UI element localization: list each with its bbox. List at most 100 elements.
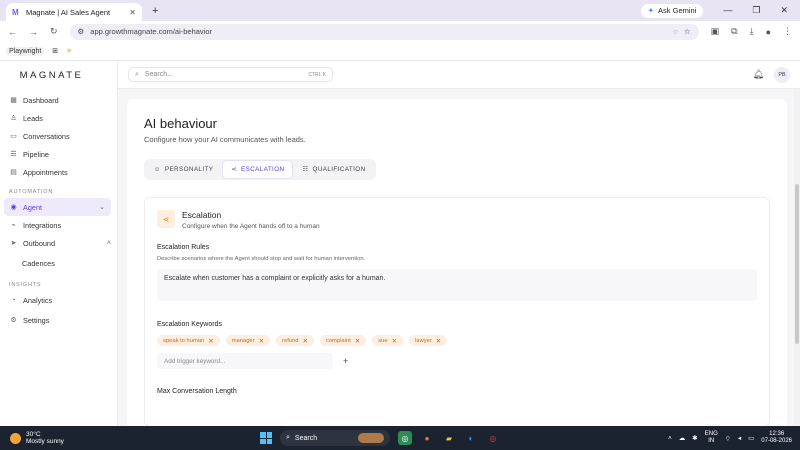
escalation-keywords-label: Escalation Keywords	[157, 321, 222, 328]
search-input[interactable]: ⌕ Search... CTRL K	[128, 67, 333, 82]
bookmark-app-icon[interactable]: ✳	[66, 47, 72, 55]
section-automation: AUTOMATION	[9, 189, 54, 195]
reload-icon[interactable]: ↻	[50, 26, 58, 37]
sidebar-item-settings[interactable]: ⚙ Settings	[0, 311, 117, 329]
tab-label: ESCALATION	[241, 166, 285, 173]
extensions-puzzle-icon[interactable]: ⧉	[731, 26, 737, 37]
sidebar-item-appointments[interactable]: ▤ Appointments	[0, 163, 117, 181]
remove-chip-icon[interactable]: ✕	[392, 337, 397, 345]
search-placeholder: Search...	[144, 71, 173, 78]
sidebar-item-outbound[interactable]: ➤ Outbound ˄	[0, 234, 117, 252]
sidebar-item-label: Leads	[23, 113, 43, 123]
sidebar-item-conversations[interactable]: ▭ Conversations	[0, 127, 117, 145]
bookmark-star-icon[interactable]: ☆	[684, 27, 691, 36]
cloud-icon[interactable]: ☁	[679, 434, 686, 442]
remove-chip-icon[interactable]: ✕	[355, 337, 360, 345]
main-area: ⌕ Search... CTRL K 🔔︎ PB AI behaviour Co…	[118, 61, 800, 429]
search-icon: ⌕	[286, 434, 290, 441]
page-scrollbar[interactable]	[794, 89, 800, 425]
chrome-profile-icon[interactable]: ◎	[486, 431, 500, 445]
chip-label: speak to human	[163, 337, 205, 344]
escalation-rules-help: Describe scenarios where the Agent shoul…	[157, 256, 366, 262]
behaviour-tabs: ☺ PERSONALITY ⋖ ESCALATION ☷ QUALIFICATION	[144, 159, 376, 180]
chip-label: lawyer	[415, 337, 432, 344]
eye-off-icon[interactable]: ◌	[673, 27, 677, 36]
keyword-input[interactable]: Add trigger keyword...	[157, 353, 333, 369]
sidebar-item-dashboard[interactable]: ▦ Dashboard	[0, 91, 117, 109]
sidebar-item-pipeline[interactable]: ☰ Pipeline	[0, 145, 117, 163]
close-tab-icon[interactable]: ✕	[129, 8, 136, 17]
sidebar-item-label: Analytics	[23, 295, 53, 305]
remove-chip-icon[interactable]: ✕	[436, 337, 441, 345]
new-tab-icon[interactable]: +	[152, 5, 158, 17]
omnibox[interactable]: ⚙ app.growthmagnate.com/ai-behavior ◌ ☆	[69, 23, 699, 40]
tab-qualification[interactable]: ☷ QUALIFICATION	[294, 161, 373, 178]
keyword-chip: speak to human ✕	[157, 335, 220, 346]
keyword-chip: refund ✕	[276, 335, 314, 346]
chevron-up-icon[interactable]: ˄	[668, 435, 672, 442]
escalation-panel: ⋖ Escalation Configure when the Agent ha…	[144, 197, 770, 427]
bot-icon: ◉	[10, 204, 17, 211]
taskbar-search[interactable]: ⌕ Search	[280, 430, 390, 446]
apps-grid-icon[interactable]: ⊞	[52, 47, 58, 55]
edge-icon[interactable]: ◐	[464, 431, 478, 445]
dashboard-icon: ▦	[10, 97, 17, 104]
sidebar-item-cadences[interactable]: Cadences	[0, 252, 117, 274]
bell-icon[interactable]: 🔔︎	[753, 69, 764, 80]
windows-start-icon[interactable]	[260, 432, 272, 444]
page-title: AI behaviour	[144, 116, 217, 131]
download-icon[interactable]: ⤓	[750, 26, 754, 37]
menu-icon[interactable]: ⋮	[783, 26, 792, 37]
file-explorer-icon[interactable]: ▰	[442, 431, 456, 445]
keyword-chip: sue ✕	[372, 335, 404, 346]
chrome-icon[interactable]: ◎	[398, 431, 412, 445]
bluetooth-icon[interactable]: ✱	[692, 434, 697, 442]
add-keyword-icon[interactable]: +	[343, 356, 348, 366]
sidebar-item-label: Outbound	[23, 238, 56, 248]
search-shortcut: CTRL K	[308, 71, 326, 78]
site-info-icon[interactable]: ⚙	[78, 27, 85, 36]
bookmark-playwright[interactable]: Playwright	[6, 46, 45, 56]
scrollbar-thumb[interactable]	[795, 184, 799, 344]
avatar[interactable]: PB	[774, 66, 790, 83]
wifi-icon[interactable]: ⌔	[725, 434, 731, 443]
back-icon[interactable]: ←	[8, 27, 17, 37]
minimize-icon[interactable]: —	[723, 5, 732, 16]
remove-chip-icon[interactable]: ✕	[259, 337, 264, 345]
language-indicator[interactable]: ENG IN	[705, 431, 718, 446]
chart-icon: ◔	[11, 296, 16, 304]
chip-label: manager	[231, 337, 255, 344]
sidebar-item-agent[interactable]: ◉ Agent ⌄	[4, 198, 111, 216]
sidebar-item-integrations[interactable]: ⌁ Integrations	[0, 216, 117, 234]
chip-label: refund	[282, 337, 299, 344]
sidebar-item-leads[interactable]: ♙ Leads	[0, 109, 117, 127]
system-tray: ˄ ☁ ✱ ENG IN ⌔ ◂ ▭ 12:36 07-08-2026	[668, 431, 800, 446]
firefox-icon[interactable]: ●	[420, 431, 434, 445]
restore-icon[interactable]: ❐	[752, 5, 760, 16]
volume-icon[interactable]: ◂	[738, 434, 741, 442]
gear-icon: ⚙	[10, 317, 17, 324]
browser-tabbar: M Magnate | AI Sales Agent ✕ + ✦ Ask Gem…	[0, 0, 800, 21]
browser-tab[interactable]: M Magnate | AI Sales Agent ✕	[6, 3, 142, 21]
send-icon: ➤	[10, 240, 17, 247]
forward-icon[interactable]: →	[29, 27, 38, 37]
escalation-rules-textarea[interactable]: Escalate when customer has a complaint o…	[157, 269, 757, 301]
window-close-icon[interactable]: ✕	[780, 5, 788, 16]
profile-icon[interactable]: ●	[766, 27, 771, 37]
weather-widget[interactable]: 30°C Mostly sunny	[0, 431, 260, 446]
battery-icon[interactable]: ▭	[748, 434, 754, 442]
remove-chip-icon[interactable]: ✕	[302, 337, 307, 345]
address-toolbar: ← → ↻ ⚙ app.growthmagnate.com/ai-behavio…	[0, 21, 800, 42]
max-conversation-length-label: Max Conversation Length	[157, 388, 237, 395]
share-icon: ⋖	[231, 166, 238, 173]
share-icon: ⋖	[157, 210, 175, 228]
tab-escalation[interactable]: ⋖ ESCALATION	[223, 161, 293, 178]
ask-gemini-button[interactable]: ✦ Ask Gemini	[640, 3, 704, 18]
extension-icon[interactable]: ▣	[711, 26, 720, 37]
tab-personality[interactable]: ☺ PERSONALITY	[146, 161, 221, 178]
clock[interactable]: 12:36 07-08-2026	[761, 431, 792, 446]
remove-chip-icon[interactable]: ✕	[208, 337, 213, 345]
sidebar-item-analytics[interactable]: ◔ Analytics	[0, 291, 117, 309]
tab-label: PERSONALITY	[164, 166, 214, 173]
escalation-rules-label: Escalation Rules	[157, 244, 210, 251]
